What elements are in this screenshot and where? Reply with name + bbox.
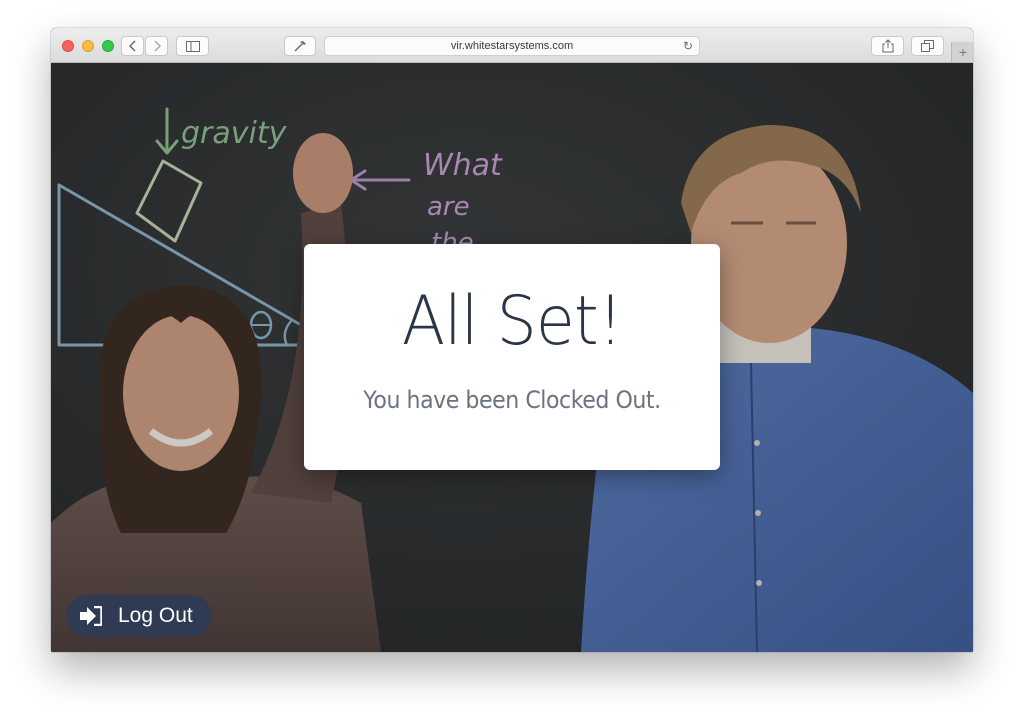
back-button[interactable]: [121, 36, 144, 56]
hammer-icon: [294, 41, 306, 52]
chevron-left-icon: [128, 40, 136, 52]
url-text: vir.whitestarsystems.com: [450, 40, 574, 52]
browser-window: vir.whitestarsystems.com ↻ + gravity Wha…: [51, 28, 973, 652]
confirmation-message: You have been Clocked Out.: [363, 386, 661, 414]
web-inspector-button[interactable]: [284, 36, 316, 56]
clock-out-confirmation-card: All Set! You have been Clocked Out.: [304, 244, 720, 470]
zoom-window-button[interactable]: [102, 40, 114, 52]
new-tab-button[interactable]: +: [951, 42, 973, 62]
sign-out-icon: [80, 606, 102, 626]
show-tabs-button[interactable]: [911, 36, 944, 56]
share-icon: [882, 39, 893, 53]
forward-button[interactable]: [145, 36, 168, 56]
share-button[interactable]: [871, 36, 904, 56]
chevron-right-icon: [153, 40, 161, 52]
browser-toolbar: vir.whitestarsystems.com ↻ +: [51, 28, 973, 63]
sidebar-button[interactable]: [176, 36, 209, 56]
reload-icon[interactable]: ↻: [683, 37, 693, 55]
tabs-icon: [921, 40, 934, 52]
sidebar-icon: [185, 40, 200, 52]
page-content: gravity What are the All Set! You have b…: [51, 63, 973, 652]
address-bar[interactable]: vir.whitestarsystems.com ↻: [324, 36, 700, 56]
minimize-window-button[interactable]: [82, 40, 94, 52]
log-out-label: Log Out: [118, 604, 193, 627]
log-out-button[interactable]: Log Out: [66, 595, 212, 637]
confirmation-title: All Set!: [401, 282, 623, 361]
close-window-button[interactable]: [62, 40, 74, 52]
